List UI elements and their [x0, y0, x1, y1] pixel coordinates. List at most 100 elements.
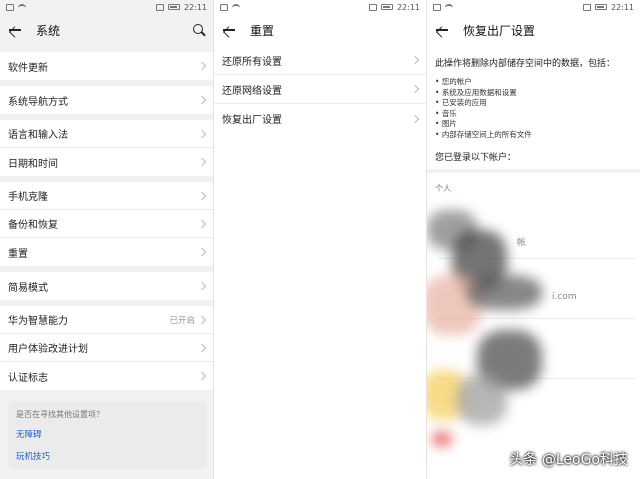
status-bar: 22:11 — [427, 0, 640, 14]
back-arrow-icon[interactable] — [8, 23, 22, 37]
setting-label: 备份和恢复 — [8, 220, 58, 231]
settings-group-6: 华为智慧能力 已开启 用户体验改进计划 认证标志 — [0, 306, 213, 390]
setting-label: 日期和时间 — [8, 158, 58, 170]
battery-icon — [380, 4, 393, 10]
chevron-right-icon — [410, 55, 420, 65]
chevron-right-icon — [197, 191, 207, 200]
factory-reset-description: 此操作将删除内部储存空间中的数据，包括： 您的帐户 系统及应用数据和设置 已安装… — [427, 46, 640, 163]
page-title: 重置 — [250, 23, 275, 38]
header: 恢复出厂设置 — [427, 14, 640, 46]
setting-phone-clone[interactable]: 手机克隆 — [0, 182, 213, 210]
data-to-delete-list: 您的帐户 系统及应用数据和设置 已安装的应用 音乐 图片 内部存储空间上的所有文… — [435, 77, 632, 140]
wifi-icon — [445, 4, 453, 10]
signal-icon — [155, 3, 164, 11]
setting-label: 系统导航方式 — [8, 96, 68, 108]
chevron-right-icon — [197, 157, 207, 167]
setting-certification[interactable]: 认证标志 — [0, 362, 213, 390]
redaction-scribble — [457, 375, 507, 425]
factory-reset[interactable]: 恢复出厂设置 — [214, 104, 426, 133]
battery-icon — [167, 4, 180, 10]
header: 系统 — [0, 14, 213, 46]
status-bar: 22:11 — [214, 0, 426, 14]
list-item: 系统及应用数据和设置 — [435, 88, 632, 99]
suggestion-card: 是否在寻找其他设置项？ 无障碍 玩机技巧 — [8, 401, 207, 469]
reset-options-list: 还原所有设置 还原网络设置 恢复出厂设置 — [214, 46, 426, 133]
link-accessibility[interactable]: 无障碍 — [16, 428, 199, 440]
page-title: 系统 — [36, 23, 61, 38]
settings-group-1: 软件更新 — [0, 52, 213, 80]
warning-intro: 此操作将删除内部储存空间中的数据，包括： — [435, 59, 616, 69]
back-arrow-icon[interactable] — [435, 23, 449, 37]
redaction-scribble — [432, 432, 452, 446]
setting-user-experience[interactable]: 用户体验改进计划 — [0, 334, 213, 362]
list-item: 音乐 — [435, 109, 632, 120]
setting-label: 软件更新 — [8, 62, 48, 74]
sim-icon — [220, 3, 228, 11]
reset-network-settings[interactable]: 还原网络设置 — [214, 75, 426, 104]
list-item: 您的帐户 — [435, 77, 632, 88]
chevron-right-icon — [197, 95, 207, 105]
system-settings-panel: 22:11 系统 软件更新 系统导航方式 语言和输入法 日期和时间 手机克隆 备… — [0, 0, 213, 479]
settings-group-2: 系统导航方式 — [0, 86, 213, 114]
account-fragment: 帐 — [517, 238, 527, 248]
setting-simple-mode[interactable]: 简易模式 — [0, 272, 213, 300]
account-section-label: 个人 — [435, 184, 451, 193]
battery-icon — [594, 4, 607, 10]
suggestion-question: 是否在寻找其他设置项？ — [16, 410, 104, 419]
redaction-scribble — [467, 275, 542, 310]
setting-date-time[interactable]: 日期和时间 — [0, 148, 213, 176]
chevron-right-icon — [197, 315, 207, 324]
setting-huawei-smart[interactable]: 华为智慧能力 已开启 — [0, 306, 213, 334]
chevron-right-icon — [410, 114, 420, 123]
chevron-right-icon — [197, 371, 207, 381]
chevron-right-icon — [197, 61, 207, 71]
option-label: 还原所有设置 — [222, 56, 282, 68]
setting-navigation[interactable]: 系统导航方式 — [0, 86, 213, 114]
signal-icon — [368, 3, 377, 11]
setting-label: 用户体验改进计划 — [8, 344, 88, 355]
reset-all-settings[interactable]: 还原所有设置 — [214, 46, 426, 75]
status-bar: 22:11 — [0, 0, 213, 14]
option-label: 还原网络设置 — [222, 85, 282, 97]
setting-language-input[interactable]: 语言和输入法 — [0, 120, 213, 148]
wifi-icon — [18, 4, 26, 10]
setting-label: 认证标志 — [8, 372, 48, 384]
list-item: 已安装的应用 — [435, 98, 632, 109]
sim-icon — [433, 3, 441, 11]
watermark: 头条 @LeoGo科技 — [509, 452, 628, 468]
setting-label: 手机克隆 — [8, 192, 48, 203]
search-icon[interactable] — [193, 24, 205, 36]
chevron-right-icon — [197, 343, 207, 352]
list-item: 图片 — [435, 119, 632, 130]
obscured-accounts-area: 帐 i.com — [427, 200, 640, 460]
link-tips[interactable]: 玩机技巧 — [16, 450, 199, 462]
setting-label: 语言和输入法 — [8, 130, 68, 141]
reset-panel: 22:11 重置 还原所有设置 还原网络设置 恢复出厂设置 — [213, 0, 426, 479]
back-arrow-icon[interactable] — [222, 23, 236, 37]
header: 重置 — [214, 14, 426, 46]
chevron-right-icon — [197, 129, 207, 138]
setting-label: 重置 — [8, 248, 28, 260]
sim-icon — [6, 3, 14, 11]
signal-icon — [582, 3, 591, 11]
settings-group-5: 简易模式 — [0, 272, 213, 300]
chevron-right-icon — [197, 281, 207, 291]
wifi-icon — [232, 4, 240, 10]
settings-group-4: 手机克隆 备份和恢复 重置 — [0, 182, 213, 266]
setting-label: 华为智慧能力 — [8, 316, 68, 327]
list-item: 内部存储空间上的所有文件 — [435, 130, 632, 141]
status-time: 22:11 — [396, 2, 420, 12]
factory-reset-panel: 22:11 恢复出厂设置 此操作将删除内部储存空间中的数据，包括： 您的帐户 系… — [426, 0, 640, 479]
account-email-fragment: i.com — [552, 292, 577, 302]
status-time: 22:11 — [183, 2, 207, 12]
option-label: 恢复出厂设置 — [222, 115, 282, 126]
page-title: 恢复出厂设置 — [463, 23, 536, 38]
setting-backup-restore[interactable]: 备份和恢复 — [0, 210, 213, 238]
chevron-right-icon — [197, 247, 207, 257]
status-time: 22:11 — [610, 2, 634, 12]
setting-status-value: 已开启 — [169, 315, 195, 326]
setting-software-update[interactable]: 软件更新 — [0, 52, 213, 80]
setting-label: 简易模式 — [8, 282, 48, 294]
setting-reset[interactable]: 重置 — [0, 238, 213, 266]
settings-group-3: 语言和输入法 日期和时间 — [0, 120, 213, 176]
